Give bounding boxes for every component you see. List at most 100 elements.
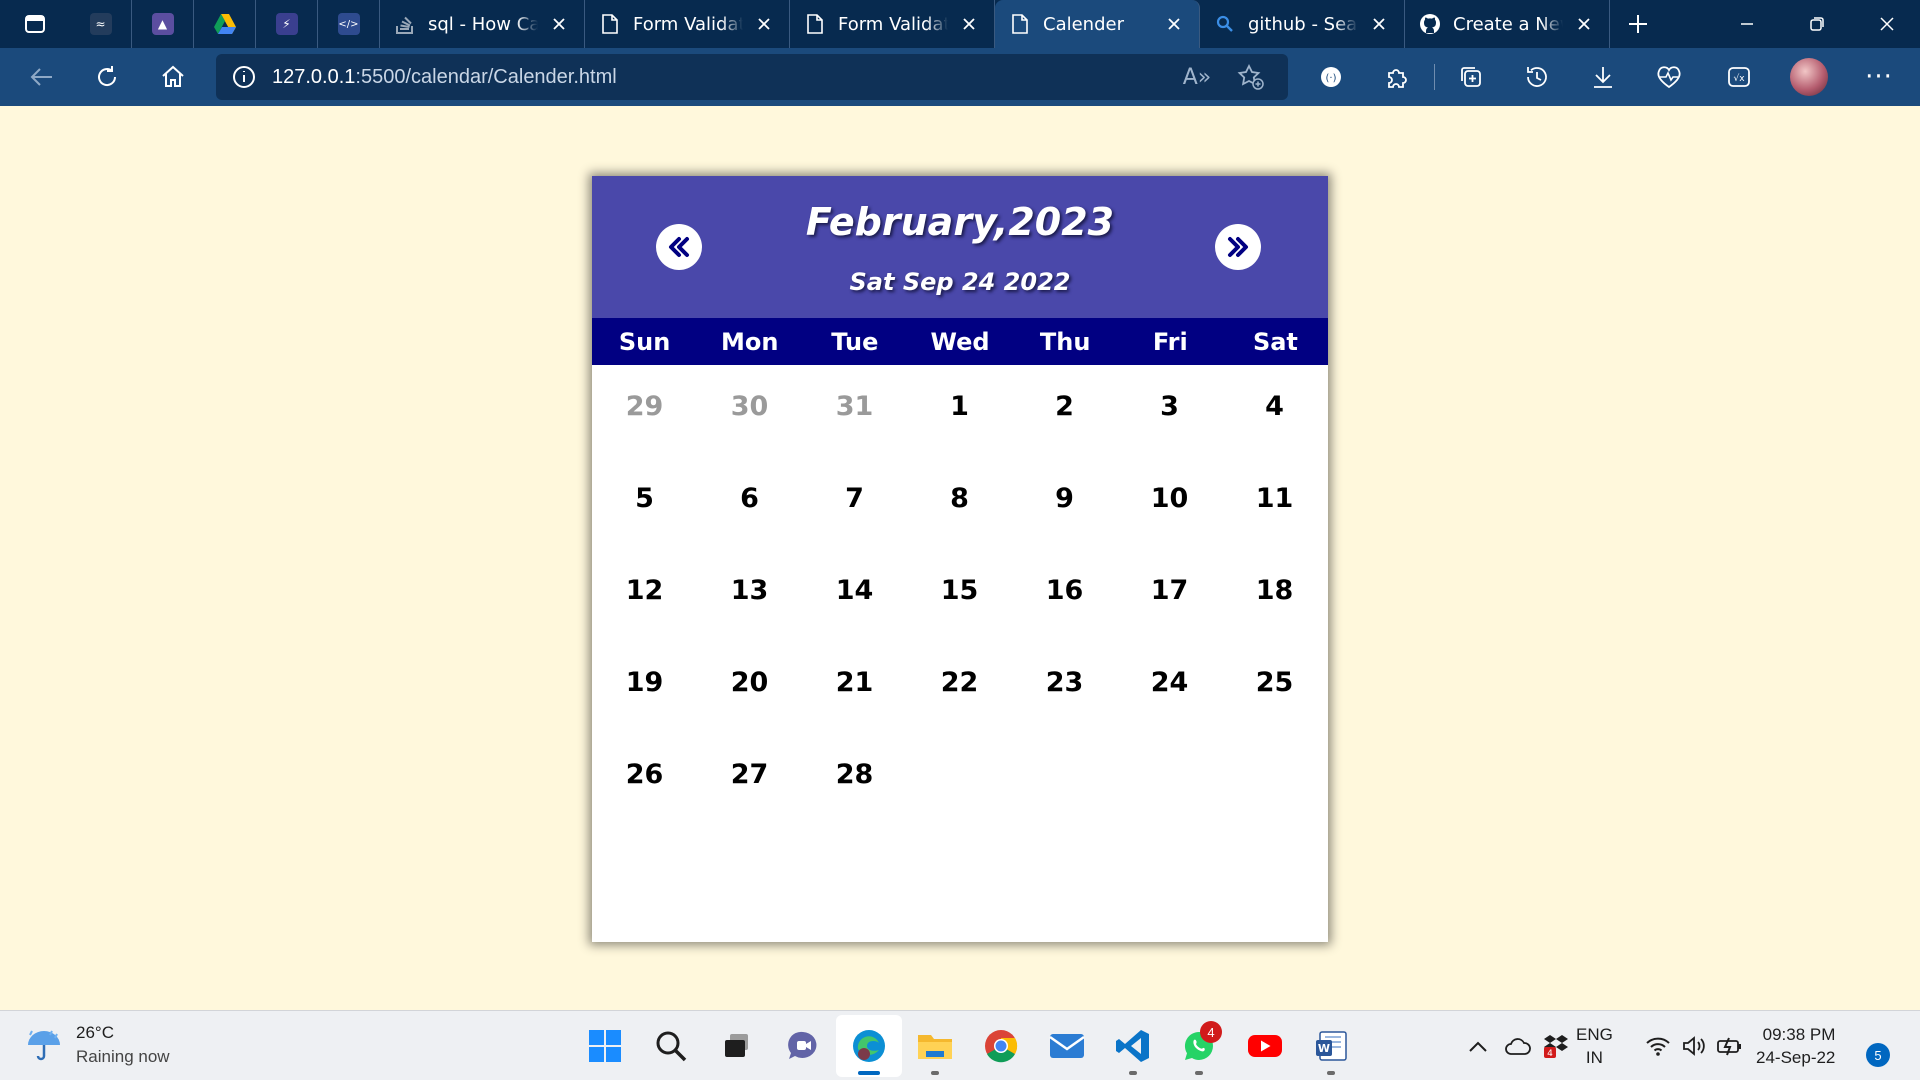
collections-button[interactable] xyxy=(1438,48,1504,106)
browser-tab[interactable]: github - Sear xyxy=(1200,0,1405,48)
double-chevron-right-icon xyxy=(1228,237,1248,257)
days-grid: 29 30 31 1 2 3 4 5 6 7 8 9 10 11 12 13 14 15 16 17 18 19 20 21 2… xyxy=(592,365,1328,825)
collections-icon xyxy=(1461,67,1481,87)
file-explorer-button[interactable] xyxy=(902,1015,968,1077)
pinned-tab-5[interactable]: </> xyxy=(318,0,380,48)
pinned-tab-4[interactable]: ⚡ xyxy=(256,0,318,48)
language-indicator[interactable]: ENG IN xyxy=(1576,1023,1613,1069)
browser-tab[interactable]: Calender xyxy=(995,0,1200,48)
day-cell[interactable]: 26 xyxy=(592,733,697,825)
day-cell[interactable]: 27 xyxy=(697,733,802,825)
day-cell[interactable]: 4 xyxy=(1222,365,1327,457)
next-month-button[interactable] xyxy=(1215,224,1261,270)
day-cell-previous-month[interactable]: 31 xyxy=(802,365,907,457)
weather-widget[interactable]: 26°C Raining now xyxy=(24,1021,170,1069)
calendar: February,2023 Sat Sep 24 2022 Sun Mon Tue W… xyxy=(592,176,1328,942)
profile-button[interactable] xyxy=(1776,48,1842,106)
address-bar[interactable]: 127.0.0.1:5500/calendar/Calender.html A» xyxy=(216,54,1288,100)
day-cell[interactable]: 1 xyxy=(907,365,1012,457)
extension-button[interactable]: (·) xyxy=(1298,48,1364,106)
settings-menu-button[interactable]: ··· xyxy=(1846,48,1912,106)
day-cell[interactable]: 24 xyxy=(1117,641,1222,733)
day-cell-previous-month[interactable]: 30 xyxy=(697,365,802,457)
day-cell[interactable]: 15 xyxy=(907,549,1012,641)
mail-button[interactable] xyxy=(1034,1015,1100,1077)
refresh-button[interactable] xyxy=(74,48,140,106)
pinned-tab-3[interactable] xyxy=(194,0,256,48)
day-cell[interactable]: 18 xyxy=(1222,549,1327,641)
add-favorite-button[interactable] xyxy=(1224,63,1278,91)
day-cell[interactable]: 12 xyxy=(592,549,697,641)
site-info-icon[interactable] xyxy=(216,64,272,90)
day-cell[interactable]: 22 xyxy=(907,641,1012,733)
day-cell[interactable]: 13 xyxy=(697,549,802,641)
browser-tab[interactable]: Form Validatic xyxy=(585,0,790,48)
day-cell[interactable]: 16 xyxy=(1012,549,1117,641)
chrome-button[interactable] xyxy=(968,1015,1034,1077)
day-cell[interactable]: 28 xyxy=(802,733,907,825)
teams-chat-button[interactable] xyxy=(770,1015,836,1077)
minimize-button[interactable] xyxy=(1712,0,1782,48)
close-tab-button[interactable] xyxy=(1368,13,1390,35)
day-cell[interactable]: 10 xyxy=(1117,457,1222,549)
pinned-tab-1[interactable]: ≈ xyxy=(70,0,132,48)
battery-charging-icon xyxy=(1712,1035,1748,1057)
day-cell[interactable]: 23 xyxy=(1012,641,1117,733)
tab-actions-button[interactable] xyxy=(0,0,70,48)
day-cell[interactable]: 5 xyxy=(592,457,697,549)
new-tab-button[interactable] xyxy=(1610,0,1666,48)
url-text[interactable]: 127.0.0.1:5500/calendar/Calender.html xyxy=(272,66,617,89)
youtube-button[interactable] xyxy=(1232,1015,1298,1077)
edge-taskbar-button[interactable] xyxy=(836,1015,902,1077)
math-solver-button[interactable]: √x xyxy=(1706,48,1772,106)
close-tab-button[interactable] xyxy=(958,13,980,35)
vscode-button[interactable] xyxy=(1100,1015,1166,1077)
word-button[interactable]: W xyxy=(1298,1015,1364,1077)
close-tab-button[interactable] xyxy=(753,13,775,35)
browser-tab[interactable]: sql - How Car xyxy=(380,0,585,48)
day-cell[interactable]: 6 xyxy=(697,457,802,549)
browser-tab[interactable]: Create a New xyxy=(1405,0,1610,48)
day-cell[interactable]: 7 xyxy=(802,457,907,549)
youtube-icon xyxy=(1248,1035,1282,1057)
day-cell[interactable]: 8 xyxy=(907,457,1012,549)
search-button[interactable] xyxy=(638,1015,704,1077)
day-cell[interactable]: 21 xyxy=(802,641,907,733)
onedrive-button[interactable] xyxy=(1500,1036,1536,1056)
pinned-tab-2[interactable]: ▲ xyxy=(132,0,194,48)
day-cell[interactable]: 14 xyxy=(802,549,907,641)
day-cell-previous-month[interactable]: 29 xyxy=(592,365,697,457)
browser-tab[interactable]: Form Validatic xyxy=(790,0,995,48)
notification-count-badge[interactable]: 5 xyxy=(1866,1043,1890,1067)
tab-title: Form Validatic xyxy=(838,13,948,35)
clock-date: 24-Sep-22 xyxy=(1756,1048,1836,1067)
back-button[interactable] xyxy=(8,48,74,106)
task-view-button[interactable] xyxy=(704,1015,770,1077)
day-cell[interactable]: 2 xyxy=(1012,365,1117,457)
day-cell[interactable]: 19 xyxy=(592,641,697,733)
close-tab-button[interactable] xyxy=(1573,13,1595,35)
clock[interactable]: 09:38 PM 24-Sep-22 xyxy=(1756,1023,1835,1069)
day-cell[interactable]: 3 xyxy=(1117,365,1222,457)
start-button[interactable] xyxy=(572,1015,638,1077)
downloads-button[interactable] xyxy=(1570,48,1636,106)
extensions-button[interactable] xyxy=(1364,48,1430,106)
day-cell[interactable]: 11 xyxy=(1222,457,1327,549)
restore-button[interactable] xyxy=(1782,0,1852,48)
show-hidden-icons-button[interactable] xyxy=(1456,1039,1500,1053)
close-tab-button[interactable] xyxy=(1163,13,1185,35)
browser-essentials-button[interactable] xyxy=(1636,48,1702,106)
home-button[interactable] xyxy=(140,48,206,106)
day-cell[interactable]: 25 xyxy=(1222,641,1327,733)
whatsapp-button[interactable]: 4 xyxy=(1166,1015,1232,1077)
close-window-button[interactable] xyxy=(1852,0,1920,48)
day-cell[interactable]: 17 xyxy=(1117,549,1222,641)
close-tab-button[interactable] xyxy=(548,13,570,35)
url-path: :5500/calendar/Calender.html xyxy=(355,65,617,88)
status-icons[interactable] xyxy=(1640,1011,1748,1080)
day-cell[interactable]: 20 xyxy=(697,641,802,733)
history-button[interactable] xyxy=(1504,48,1570,106)
read-aloud-button[interactable]: A» xyxy=(1170,65,1224,90)
day-cell[interactable]: 9 xyxy=(1012,457,1117,549)
dropbox-button[interactable]: 4 xyxy=(1536,1033,1576,1059)
